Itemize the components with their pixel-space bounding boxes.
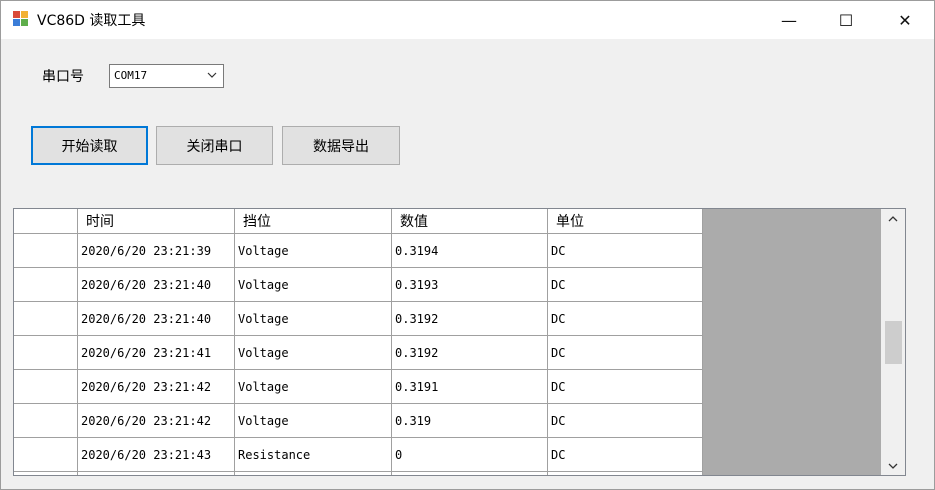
vertical-scrollbar[interactable] (881, 209, 905, 475)
cell-value[interactable]: 0.3192 (392, 302, 548, 335)
cell-value[interactable]: 0.3191 (392, 370, 548, 403)
cell-time[interactable]: 2020/6/20 23:21:42 (78, 370, 235, 403)
serial-port-select[interactable]: COM17 (109, 64, 224, 88)
cell-time[interactable] (78, 472, 235, 475)
maximize-icon: ☐ (838, 10, 854, 30)
row-header[interactable] (14, 336, 78, 369)
start-read-label: 开始读取 (61, 138, 118, 155)
table-row[interactable]: 2020/6/20 23:21:42 Voltage 0.3191 DC (14, 370, 703, 404)
row-header[interactable] (14, 370, 78, 403)
column-header-range[interactable]: 挡位 (235, 209, 392, 233)
close-icon: ✕ (898, 10, 912, 30)
row-header[interactable] (14, 438, 78, 471)
cell-unit[interactable]: DC (548, 370, 703, 403)
grid-table: 时间 挡位 数值 单位 2020/6/20 23:21:39 Voltage 0.3… (14, 209, 703, 475)
close-port-button[interactable]: 关闭串口 (156, 126, 273, 165)
cell-range[interactable]: Voltage (235, 234, 392, 267)
table-row[interactable]: 2020/6/20 23:21:40 Voltage 0.3193 DC (14, 268, 703, 302)
start-read-button[interactable]: 开始读取 (31, 126, 148, 165)
table-row[interactable] (14, 472, 703, 475)
data-grid[interactable]: 时间 挡位 数值 单位 2020/6/20 23:21:39 Voltage 0.3… (13, 208, 906, 476)
chevron-up-icon (888, 215, 898, 221)
table-row[interactable]: 2020/6/20 23:21:39 Voltage 0.3194 DC (14, 234, 703, 268)
title-bar[interactable]: VC86D 读取工具 — ☐ ✕ (1, 1, 934, 39)
scrollbar-thumb[interactable] (885, 321, 902, 364)
column-header-time[interactable]: 时间 (78, 209, 235, 233)
window-title: VC86D 读取工具 (37, 13, 146, 29)
table-row[interactable]: 2020/6/20 23:21:43 Resistance 0 DC (14, 438, 703, 472)
cell-unit[interactable]: DC (548, 336, 703, 369)
column-header-value[interactable]: 数值 (392, 209, 548, 233)
table-row[interactable]: 2020/6/20 23:21:42 Voltage 0.319 DC (14, 404, 703, 438)
column-header-unit[interactable]: 单位 (548, 209, 703, 233)
cell-value[interactable]: 0.3192 (392, 336, 548, 369)
cell-time[interactable]: 2020/6/20 23:21:41 (78, 336, 235, 369)
serial-port-value: COM17 (114, 69, 148, 82)
scroll-up-button[interactable] (881, 209, 905, 227)
cell-range[interactable]: Voltage (235, 336, 392, 369)
cell-range[interactable]: Voltage (235, 268, 392, 301)
close-button[interactable]: ✕ (877, 1, 933, 39)
cell-unit[interactable]: DC (548, 302, 703, 335)
cell-unit[interactable]: DC (548, 234, 703, 267)
grid-body: 2020/6/20 23:21:39 Voltage 0.3194 DC 2020/6/… (14, 234, 703, 475)
chevron-down-icon (207, 72, 217, 78)
app-window: VC86D 读取工具 — ☐ ✕ 串口号 COM17 开始读取 关闭串口 数据导… (0, 0, 935, 490)
cell-unit[interactable]: DC (548, 404, 703, 437)
cell-value[interactable]: 0.3193 (392, 268, 548, 301)
row-header[interactable] (14, 268, 78, 301)
minimize-icon: — (781, 10, 797, 30)
grid-header: 时间 挡位 数值 单位 (14, 209, 703, 234)
row-header[interactable] (14, 404, 78, 437)
cell-unit[interactable]: DC (548, 268, 703, 301)
cell-unit[interactable] (548, 472, 703, 475)
cell-range[interactable] (235, 472, 392, 475)
cell-value[interactable] (392, 472, 548, 475)
row-header-corner (14, 209, 78, 233)
cell-unit[interactable]: DC (548, 438, 703, 471)
cell-value[interactable]: 0.319 (392, 404, 548, 437)
cell-time[interactable]: 2020/6/20 23:21:43 (78, 438, 235, 471)
row-header[interactable] (14, 234, 78, 267)
cell-range[interactable]: Resistance (235, 438, 392, 471)
row-header[interactable] (14, 472, 78, 475)
minimize-button[interactable]: — (761, 1, 817, 39)
export-data-label: 数据导出 (313, 138, 369, 155)
table-row[interactable]: 2020/6/20 23:21:41 Voltage 0.3192 DC (14, 336, 703, 370)
row-header[interactable] (14, 302, 78, 335)
cell-time[interactable]: 2020/6/20 23:21:40 (78, 302, 235, 335)
cell-value[interactable]: 0 (392, 438, 548, 471)
export-data-button[interactable]: 数据导出 (282, 126, 400, 165)
cell-time[interactable]: 2020/6/20 23:21:42 (78, 404, 235, 437)
scroll-down-button[interactable] (881, 457, 905, 475)
cell-time[interactable]: 2020/6/20 23:21:40 (78, 268, 235, 301)
cell-range[interactable]: Voltage (235, 302, 392, 335)
cell-time[interactable]: 2020/6/20 23:21:39 (78, 234, 235, 267)
maximize-button[interactable]: ☐ (818, 1, 874, 39)
serial-port-label: 串口号 (42, 69, 84, 85)
cell-range[interactable]: Voltage (235, 370, 392, 403)
cell-range[interactable]: Voltage (235, 404, 392, 437)
app-icon (13, 11, 29, 27)
close-port-label: 关闭串口 (186, 138, 243, 155)
table-row[interactable]: 2020/6/20 23:21:40 Voltage 0.3192 DC (14, 302, 703, 336)
cell-value[interactable]: 0.3194 (392, 234, 548, 267)
chevron-down-icon (888, 463, 898, 469)
